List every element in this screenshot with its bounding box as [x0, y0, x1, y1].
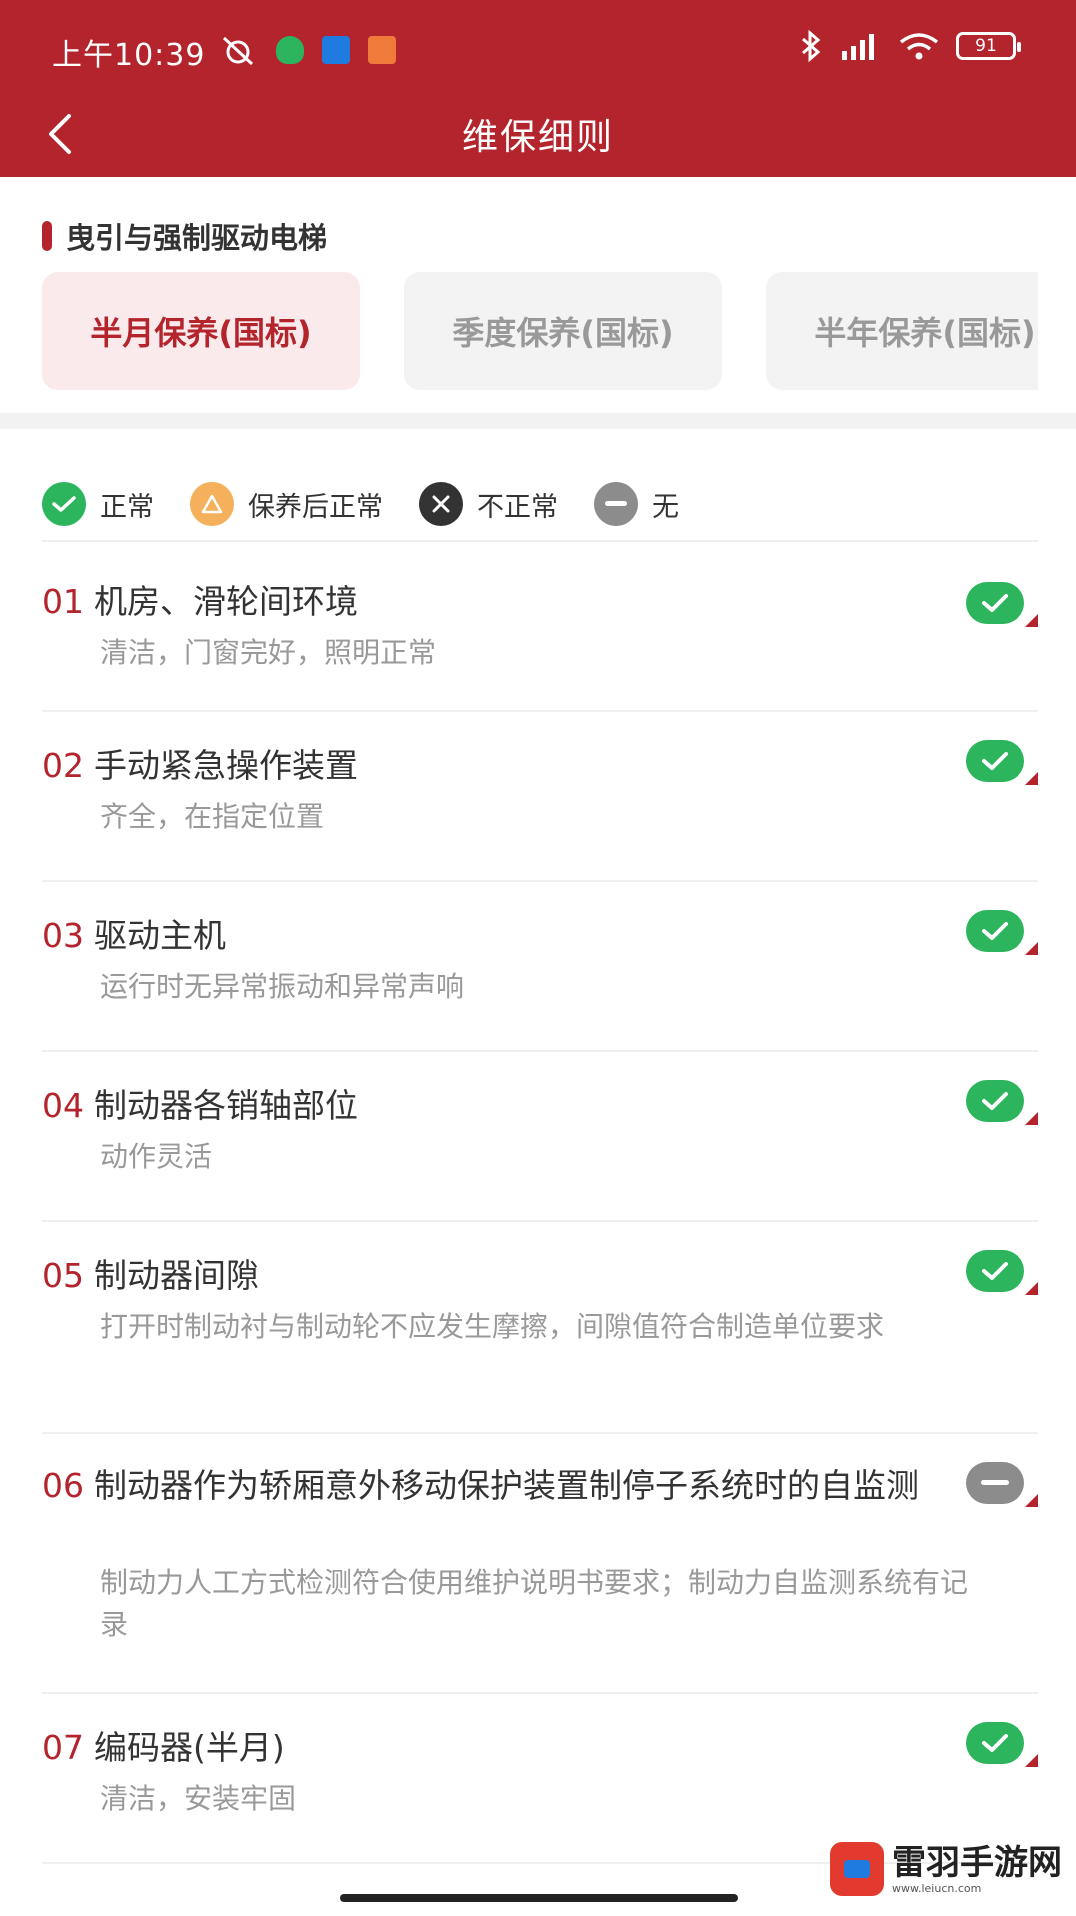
- item-number: 06: [42, 1466, 84, 1505]
- category-accent-bar: [42, 221, 52, 251]
- status-bar: 上午10:39 91: [0, 0, 1076, 100]
- legend-normal-after-maintenance: 保养后正常: [190, 482, 383, 526]
- watermark-logo-icon: [830, 1842, 884, 1896]
- section-divider: [0, 413, 1076, 429]
- item-desc: 打开时制动衬与制动轮不应发生摩擦，间隙值符合制造单位要求: [100, 1310, 885, 1343]
- app-header: 上午10:39 91 维保细则: [0, 0, 1076, 177]
- item-title: 06 制动器作为轿厢意外移动保护装置制停子系统时的自监测: [42, 1466, 919, 1505]
- legend-label: 保养后正常: [248, 491, 383, 523]
- check-icon: [42, 482, 86, 526]
- status-check-icon[interactable]: [966, 1250, 1024, 1292]
- triangle-icon: [190, 482, 234, 526]
- maintenance-tabs: 半月保养(国标) 季度保养(国标) 半年保养(国标): [42, 272, 1038, 392]
- minus-icon: [594, 482, 638, 526]
- item-desc: 动作灵活: [100, 1140, 213, 1173]
- item-desc: 清洁，安装牢固: [100, 1782, 297, 1815]
- tab-half-month[interactable]: 半月保养(国标): [42, 272, 360, 390]
- status-minus-icon[interactable]: [966, 1462, 1024, 1504]
- item-number: 07: [42, 1728, 84, 1767]
- tab-quarterly[interactable]: 季度保养(国标): [404, 272, 722, 390]
- shield-app-icon: [276, 36, 304, 64]
- bag-app-icon: [368, 36, 396, 64]
- dropdown-corner-icon: [1025, 614, 1038, 627]
- page-title: 维保细则: [461, 117, 614, 158]
- status-check-icon[interactable]: [966, 740, 1024, 782]
- category-title: 曳引与强制驱动电梯: [66, 221, 328, 255]
- dropdown-corner-icon: [1025, 942, 1038, 955]
- category-header: 曳引与强制驱动电梯: [42, 215, 327, 257]
- legend-label: 不正常: [477, 491, 558, 523]
- signal-icon: [842, 34, 874, 60]
- item-number: 04: [42, 1086, 84, 1125]
- legend-label: 无: [652, 491, 679, 523]
- item-desc: 运行时无异常振动和异常声响: [100, 970, 465, 1003]
- status-check-icon[interactable]: [966, 582, 1024, 624]
- battery-icon: 91: [956, 32, 1021, 60]
- dropdown-corner-icon: [1025, 1282, 1038, 1295]
- item-desc: 清洁，门窗完好，照明正常: [100, 636, 437, 669]
- status-check-icon[interactable]: [966, 910, 1024, 952]
- item-number: 05: [42, 1256, 84, 1295]
- bluetooth-icon: [802, 30, 821, 62]
- item-title: 01 机房、滑轮间环境: [42, 582, 358, 621]
- legend-abnormal: 不正常: [419, 482, 558, 526]
- item-desc: 齐全，在指定位置: [100, 800, 325, 833]
- item-title: 03 驱动主机: [42, 916, 226, 955]
- home-indicator[interactable]: [340, 1894, 738, 1902]
- legend-normal: 正常: [42, 482, 154, 526]
- legend-label: 正常: [100, 491, 154, 523]
- list-item[interactable]: 05 制动器间隙 打开时制动衬与制动轮不应发生摩擦，间隙值符合制造单位要求: [42, 1222, 1038, 1434]
- item-number: 02: [42, 746, 84, 785]
- item-number: 01: [42, 582, 84, 621]
- item-desc: 制动力人工方式检测符合使用维护说明书要求；制动力自监测系统有记录: [100, 1566, 969, 1641]
- dropdown-corner-icon: [1025, 1112, 1038, 1125]
- category-section: 曳引与强制驱动电梯 半月保养(国标) 季度保养(国标) 半年保养(国标): [0, 177, 1076, 413]
- arrow-app-icon: [322, 36, 350, 64]
- battery-level: 91: [975, 36, 997, 56]
- watermark: 雷羽手游网 www.leiucn.com: [830, 1842, 1062, 1896]
- item-title: 02 手动紧急操作装置: [42, 746, 358, 785]
- checklist: 01 机房、滑轮间环境 清洁，门窗完好，照明正常 02 手动紧急操作装置 齐全，在指…: [42, 542, 1038, 1864]
- list-item[interactable]: 04 制动器各销轴部位 动作灵活: [42, 1052, 1038, 1222]
- dropdown-corner-icon: [1025, 1754, 1038, 1767]
- status-legend: 正常 保养后正常 不正常 无: [42, 482, 679, 526]
- notification-icons: [218, 34, 396, 66]
- dropdown-corner-icon: [1025, 1494, 1038, 1507]
- nav-bar: 维保细则: [0, 100, 1076, 177]
- list-item[interactable]: 02 手动紧急操作装置 齐全，在指定位置: [42, 712, 1038, 882]
- watermark-text: 雷羽手游网: [892, 1842, 1062, 1883]
- wifi-icon: [899, 33, 939, 60]
- status-check-icon[interactable]: [966, 1080, 1024, 1122]
- list-item[interactable]: 01 机房、滑轮间环境 清洁，门窗完好，照明正常: [42, 542, 1038, 712]
- list-item[interactable]: 07 编码器(半月) 清洁，安装牢固: [42, 1694, 1038, 1864]
- dropdown-corner-icon: [1025, 772, 1038, 785]
- tab-half-year[interactable]: 半年保养(国标): [766, 272, 1038, 390]
- cross-icon: [419, 482, 463, 526]
- alarm-off-icon: [222, 36, 254, 66]
- status-check-icon[interactable]: [966, 1722, 1024, 1764]
- system-status: 91: [800, 30, 1021, 62]
- item-number: 03: [42, 916, 84, 955]
- item-title: 07 编码器(半月): [42, 1728, 285, 1767]
- watermark-url: www.leiucn.com: [892, 1881, 982, 1895]
- item-title: 05 制动器间隙: [42, 1256, 259, 1295]
- list-item[interactable]: 03 驱动主机 运行时无异常振动和异常声响: [42, 882, 1038, 1052]
- legend-none: 无: [594, 482, 679, 526]
- status-time: 上午10:39: [52, 38, 206, 73]
- item-title: 04 制动器各销轴部位: [42, 1086, 358, 1125]
- list-item[interactable]: 06 制动器作为轿厢意外移动保护装置制停子系统时的自监测 制动力人工方式检测符合使…: [42, 1434, 1038, 1694]
